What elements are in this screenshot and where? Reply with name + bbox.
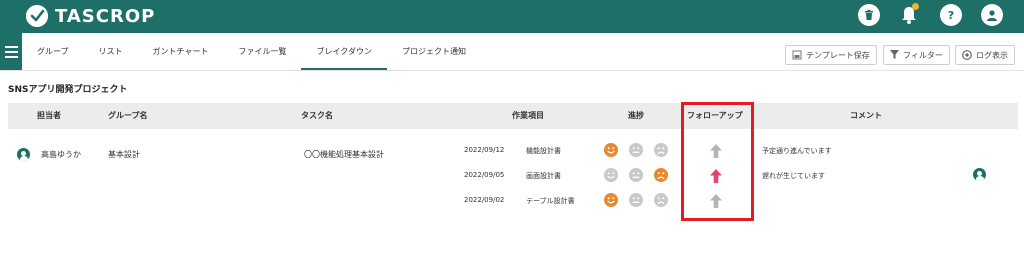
item-comment: 遅れが生じています: [762, 172, 825, 180]
help-icon[interactable]: ?: [940, 4, 962, 26]
group-name: 基本設計: [108, 150, 140, 159]
log-view-label: ログ表示: [976, 50, 1008, 60]
comment-author-avatar[interactable]: [973, 168, 986, 181]
item-date: 2022/09/12: [464, 146, 505, 154]
filter-button[interactable]: フィルター: [883, 45, 950, 65]
tab-list[interactable]: リスト: [84, 33, 138, 70]
notification-dot: [912, 3, 919, 10]
sad-face-icon[interactable]: [654, 168, 668, 182]
log-view-button[interactable]: ログ表示: [955, 45, 1015, 65]
nav-divider: [0, 70, 1024, 71]
happy-face-icon[interactable]: [604, 193, 618, 207]
task-name[interactable]: 〇〇機能処理基本設計: [304, 149, 384, 160]
tab-files[interactable]: ファイル一覧: [223, 33, 301, 70]
tab-breakdown[interactable]: ブレイクダウン: [301, 33, 387, 70]
logo-text: TASCROP: [55, 5, 156, 27]
header-work-item[interactable]: 作業項目: [512, 103, 544, 129]
follow-up-highlight-box: [681, 102, 754, 221]
sad-face-icon[interactable]: [654, 193, 668, 207]
item-comment: 予定通り進んでいます: [762, 147, 832, 155]
user-icon[interactable]: [981, 4, 1003, 26]
template-save-label: テンプレート保存: [806, 50, 870, 60]
item-date: 2022/09/05: [464, 171, 505, 179]
header-comment[interactable]: コメント: [850, 103, 882, 129]
header-group-name[interactable]: グループ名: [108, 103, 148, 129]
header-progress[interactable]: 進捗: [628, 103, 644, 129]
view-tabs: グループ リスト ガントチャート ファイル一覧 ブレイクダウン プロジェクト通知: [22, 33, 481, 70]
project-title: SNSアプリ開発プロジェクト: [8, 85, 128, 95]
top-bar: TASCROP ?: [0, 0, 1024, 33]
assignee-name: 高島ゆうか: [41, 150, 81, 159]
filter-label: フィルター: [903, 50, 943, 60]
bell-icon[interactable]: [898, 3, 920, 26]
neutral-face-icon[interactable]: [629, 168, 643, 182]
header-task-name[interactable]: タスク名: [301, 103, 333, 129]
neutral-face-icon[interactable]: [629, 143, 643, 157]
logo-check-icon: [26, 5, 48, 27]
table-header: 担当者 グループ名 タスク名 作業項目 進捗 フォローアップ コメント: [8, 103, 1018, 129]
tab-gantt[interactable]: ガントチャート: [138, 33, 224, 70]
filter-icon: [890, 50, 899, 59]
menu-icon[interactable]: [0, 33, 22, 70]
svg-text:?: ?: [948, 9, 954, 21]
template-save-button[interactable]: テンプレート保存: [785, 45, 877, 65]
item-date: 2022/09/02: [464, 196, 505, 204]
sad-face-icon[interactable]: [654, 143, 668, 157]
happy-face-icon[interactable]: [604, 168, 618, 182]
assignee-avatar[interactable]: [17, 148, 30, 161]
tab-project-notifications[interactable]: プロジェクト通知: [387, 33, 481, 70]
item-name[interactable]: テーブル設計書: [526, 196, 575, 206]
template-icon: [792, 50, 802, 60]
log-icon: [962, 50, 972, 60]
app-logo[interactable]: TASCROP: [26, 4, 155, 28]
item-name[interactable]: 機能設計書: [526, 146, 561, 156]
trash-icon[interactable]: [858, 4, 880, 26]
happy-face-icon[interactable]: [604, 143, 618, 157]
item-name[interactable]: 画面設計書: [526, 171, 561, 181]
neutral-face-icon[interactable]: [629, 193, 643, 207]
tab-group[interactable]: グループ: [22, 33, 84, 70]
header-assignee[interactable]: 担当者: [37, 103, 61, 129]
